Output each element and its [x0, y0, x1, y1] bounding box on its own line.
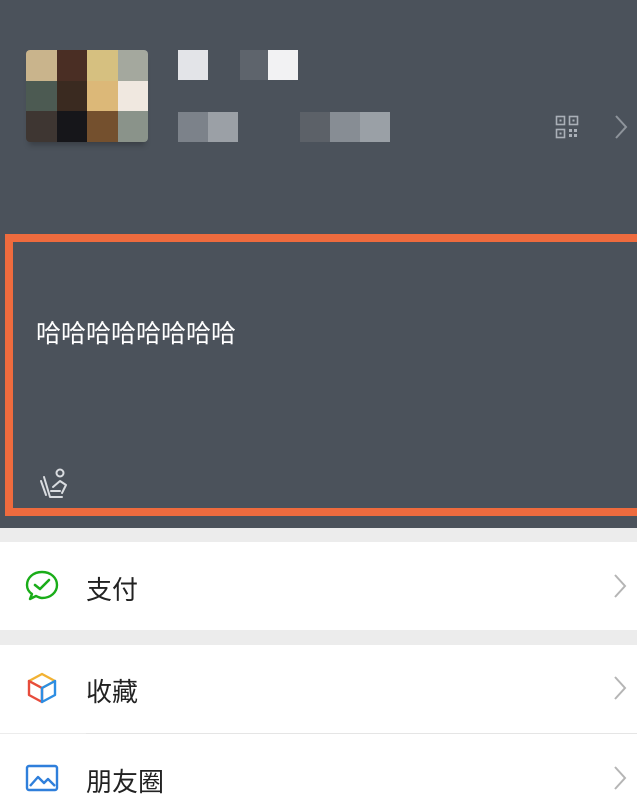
status-text: 哈哈哈哈哈哈哈哈	[36, 319, 237, 348]
status-person-icon[interactable]	[38, 467, 70, 501]
menu-item-label: 朋友圈	[86, 768, 165, 798]
menu-item-favorites[interactable]: 收藏	[0, 645, 637, 733]
moments-photo-icon	[25, 764, 59, 792]
status-highlight-box[interactable]	[5, 234, 637, 516]
menu-item-moments[interactable]: 朋友圈	[0, 734, 637, 804]
avatar[interactable]	[26, 50, 148, 142]
menu-item-pay[interactable]: 支付	[0, 542, 637, 630]
profile-header[interactable]: 哈哈哈哈哈哈哈哈	[0, 0, 637, 528]
chevron-right-icon[interactable]	[614, 114, 628, 140]
favorites-cube-icon	[27, 672, 57, 704]
pay-icon	[25, 570, 59, 601]
qr-code-icon[interactable]	[555, 115, 579, 139]
menu-item-label: 收藏	[86, 678, 139, 708]
chevron-right-icon	[614, 766, 627, 790]
chevron-right-icon	[614, 574, 627, 598]
menu-item-label: 支付	[86, 576, 139, 606]
chevron-right-icon	[614, 676, 627, 700]
